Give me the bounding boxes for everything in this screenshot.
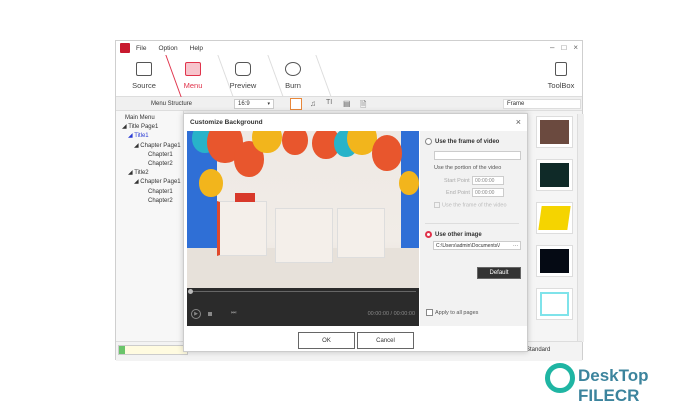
toolbox-button[interactable]: ToolBox bbox=[536, 59, 586, 90]
background-image-icon[interactable] bbox=[290, 98, 302, 110]
step-label: Menu bbox=[183, 81, 203, 90]
cancel-button[interactable]: Cancel bbox=[357, 332, 414, 349]
toolbar: Menu Structure 16:9 ▾ ♫ TI ▤ 🗎 Frame bbox=[116, 97, 582, 111]
frame-thumb[interactable] bbox=[536, 288, 573, 320]
default-button[interactable]: Default bbox=[477, 267, 521, 279]
chapter-icon[interactable]: ▤ bbox=[343, 99, 351, 108]
maximize-icon[interactable]: □ bbox=[561, 43, 566, 52]
browse-button[interactable]: ··· bbox=[513, 242, 518, 250]
frame-scrollbar[interactable] bbox=[577, 114, 584, 342]
tree-item[interactable]: ◢ Title Page1 bbox=[122, 123, 183, 132]
frame-thumb[interactable] bbox=[536, 116, 573, 148]
step-label: Burn bbox=[285, 81, 301, 90]
use-frame-checkbox[interactable]: Use the frame of the video bbox=[434, 202, 507, 208]
play-icon[interactable]: ▶ bbox=[191, 309, 201, 319]
menu-file[interactable]: File bbox=[136, 45, 146, 52]
toolbox-icon bbox=[555, 62, 567, 76]
apply-all-checkbox[interactable]: Apply to all pages bbox=[426, 309, 478, 316]
seek-handle[interactable] bbox=[188, 289, 193, 294]
end-point-input[interactable]: 00:00:00 bbox=[472, 188, 504, 197]
video-path-input[interactable] bbox=[434, 151, 521, 160]
disc-capacity-bar bbox=[118, 345, 188, 355]
minimize-icon[interactable]: – bbox=[550, 43, 554, 52]
tree-item[interactable]: Chapter2 bbox=[122, 197, 183, 206]
disc-icon bbox=[285, 62, 301, 76]
start-point-input[interactable]: 00:00:00 bbox=[472, 176, 504, 185]
tree-item[interactable]: ◢ Chapter Page1 bbox=[122, 142, 183, 151]
workflow-ribbon: Source Menu Preview Burn ToolBox bbox=[116, 55, 582, 97]
step-preview[interactable]: Preview bbox=[218, 59, 268, 90]
tree-item[interactable]: ◢ Chapter Page1 bbox=[122, 178, 183, 187]
menu-option[interactable]: Option bbox=[158, 45, 177, 52]
frame-label: Frame bbox=[507, 101, 525, 107]
quality-select[interactable]: Standard bbox=[526, 347, 550, 353]
tree-item[interactable]: Chapter1 bbox=[122, 151, 183, 160]
step-label: Source bbox=[132, 81, 156, 90]
next-icon[interactable]: ⏭ bbox=[231, 310, 236, 317]
stop-icon[interactable] bbox=[208, 312, 212, 316]
video-preview: ▶ ⏭ 00:00:00 / 00:00:00 bbox=[187, 131, 419, 326]
text-icon[interactable]: TI bbox=[326, 99, 332, 106]
frame-thumb[interactable] bbox=[536, 202, 573, 234]
menu-help[interactable]: Help bbox=[190, 45, 203, 52]
source-icon bbox=[136, 62, 152, 76]
close-icon[interactable]: × bbox=[573, 43, 578, 52]
start-point-label: Start Point bbox=[444, 178, 470, 184]
close-icon[interactable]: × bbox=[516, 117, 521, 127]
watermark-text: DeskTop FILECR bbox=[578, 366, 649, 405]
aspect-value: 16:9 bbox=[238, 101, 250, 107]
frame-thumb[interactable] bbox=[536, 159, 573, 191]
step-label: Preview bbox=[229, 81, 257, 90]
menu-bar: File Option Help – □ × bbox=[116, 41, 582, 55]
video-time: 00:00:00 / 00:00:00 bbox=[367, 311, 415, 317]
step-menu[interactable]: Menu bbox=[168, 59, 218, 90]
preview-icon bbox=[235, 62, 251, 76]
toolbox-label: ToolBox bbox=[547, 81, 575, 90]
frame-gallery bbox=[529, 114, 584, 342]
customize-background-dialog: Customize Background × ▶ ⏭ 00:00:00 / 00… bbox=[183, 113, 528, 352]
tree-item[interactable]: Chapter1 bbox=[122, 188, 183, 197]
end-point-label: End Point bbox=[446, 190, 470, 196]
use-other-image-radio[interactable]: Use other image bbox=[425, 231, 482, 238]
background-options: Use the frame of video Use the portion o… bbox=[420, 131, 527, 326]
music-icon[interactable]: ♫ bbox=[310, 99, 316, 108]
aspect-select[interactable]: 16:9 ▾ bbox=[234, 99, 274, 109]
portion-label: Use the portion of the video bbox=[434, 165, 502, 171]
ok-button[interactable]: OK bbox=[298, 332, 355, 349]
seek-bar[interactable] bbox=[190, 291, 416, 292]
menu-structure-label: Menu Structure bbox=[151, 101, 193, 107]
tree-item[interactable]: ◢ Title1 bbox=[122, 132, 183, 141]
menu-structure-tree: Main Menu ◢ Title Page1 ◢ Title1 ◢ Chapt… bbox=[116, 111, 184, 341]
watermark-logo bbox=[545, 363, 575, 393]
app-logo bbox=[120, 43, 130, 53]
use-frame-radio[interactable]: Use the frame of video bbox=[425, 138, 499, 145]
tree-item[interactable]: Main Menu bbox=[122, 114, 183, 123]
tree-item[interactable]: ◢ Title2 bbox=[122, 169, 183, 178]
frame-thumb[interactable] bbox=[536, 245, 573, 277]
menu-icon bbox=[185, 62, 201, 76]
dialog-title: Customize Background bbox=[190, 119, 263, 126]
image-path-input[interactable]: C:\Users\admin\Documents\/··· bbox=[433, 241, 521, 250]
frame-select[interactable]: Frame bbox=[503, 99, 581, 109]
background-image bbox=[187, 131, 419, 288]
tree-item[interactable]: Chapter2 bbox=[122, 160, 183, 169]
page-icon[interactable]: 🗎 bbox=[360, 99, 366, 113]
